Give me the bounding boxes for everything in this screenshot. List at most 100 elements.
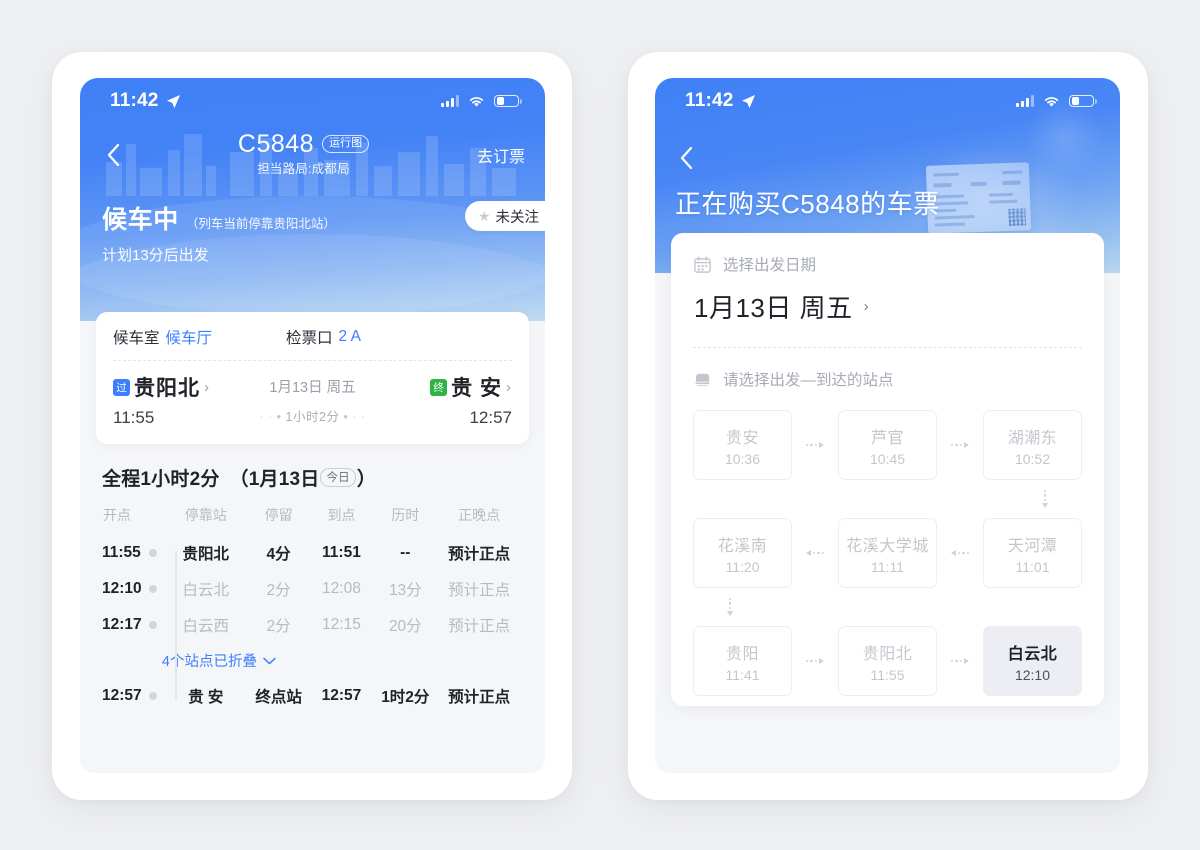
expand-stations-button[interactable]: 4个站点已折叠 <box>162 650 276 671</box>
cell-elapsed: -- <box>400 544 411 561</box>
station-row-2: 花溪南 11:20 花溪大学城 11:11 天河潭 11:01 <box>693 518 1082 588</box>
station-cell[interactable]: 芦官 10:45 <box>838 410 937 480</box>
route-duration-text: 1小时2分 <box>285 410 340 424</box>
status-bar-indicators <box>441 94 522 108</box>
table-row[interactable]: 12:10 白云北 2分 12:08 13分 预计正点 <box>102 571 523 607</box>
station-cell-selected[interactable]: 白云北 12:10 <box>983 626 1082 696</box>
cell-elapsed: 13分 <box>388 582 422 599</box>
station-time: 12:10 <box>1014 666 1051 683</box>
follow-label: 未关注 <box>495 209 540 226</box>
station-time: 11:01 <box>1015 558 1050 575</box>
arrow-left-icon <box>950 550 970 556</box>
station-cell[interactable]: 贵安 10:36 <box>693 410 792 480</box>
cell-arrive: 12:08 <box>322 580 361 597</box>
calendar-icon <box>694 255 711 273</box>
star-icon: ★ <box>477 208 491 224</box>
back-button[interactable] <box>669 138 703 178</box>
schedule-header-row: 开点 停靠站 停留 到点 历时 正晚点 <box>102 504 523 535</box>
run-diagram-tag[interactable]: 运行图 <box>322 134 370 154</box>
origin-destination-row: 过 贵阳北 › 11:55 1月13日 周五 · · • 1小时2分 • · · <box>113 372 512 428</box>
chevron-right-icon: › <box>204 378 210 396</box>
station-cell[interactable]: 贵阳北 11:55 <box>838 626 937 696</box>
terminal-badge: 终 <box>430 378 448 396</box>
arrow-right-icon <box>805 658 825 664</box>
destination-station-name: 贵 安 <box>451 377 502 400</box>
right-status-bar: 11:42 <box>655 78 1120 124</box>
chevron-right-icon: › <box>506 378 512 396</box>
chevron-right-icon: › <box>863 298 870 315</box>
status-bar-indicators <box>1016 94 1097 108</box>
station-field-label: 请选择出发—到达的站点 <box>723 372 894 389</box>
today-tag: 今日 <box>320 468 356 487</box>
col-station: 停靠站 <box>184 507 227 523</box>
cell-elapsed: 20分 <box>388 618 422 635</box>
wifi-icon <box>469 96 484 107</box>
cell-arrive: 11:51 <box>322 544 361 561</box>
book-ticket-button[interactable]: 去订票 <box>477 143 527 167</box>
station-time: 10:52 <box>1014 450 1051 467</box>
col-arrive: 到点 <box>327 507 356 523</box>
destination-time: 12:57 <box>469 408 512 427</box>
station-cell[interactable]: 花溪大学城 11:11 <box>838 518 937 588</box>
destination-block[interactable]: 终 贵 安 › 12:57 <box>404 372 512 428</box>
left-status-bar: 11:42 <box>80 78 545 124</box>
timeline-dot <box>148 621 157 629</box>
arrow-right-icon <box>950 658 970 664</box>
cell-arrive: 12:57 <box>321 687 362 704</box>
station-name: 白云北 <box>1007 645 1058 663</box>
arrow-down-icon <box>1042 489 1048 509</box>
arrow-right-icon <box>950 442 970 448</box>
col-stay: 停留 <box>264 507 293 523</box>
station-cell[interactable]: 花溪南 11:20 <box>693 518 792 588</box>
origin-name-row: 过 贵阳北 › <box>113 372 221 402</box>
chevron-left-icon <box>107 144 119 166</box>
train-plan-text: 计划13分后出发 <box>102 247 209 264</box>
route-date: 1月13日 周五 <box>269 380 356 396</box>
station-name: 贵安 <box>725 429 759 447</box>
status-bar-time: 11:42 <box>685 90 734 111</box>
table-row[interactable]: 12:17 白云西 2分 12:15 20分 预计正点 <box>102 607 523 643</box>
cell-punctual: 预计正点 <box>448 618 511 635</box>
cell-station: 贵阳北 <box>148 535 250 571</box>
right-phone-screen: 11:42 正在购买C5848的车票 选择出发日期 1月13日 周五 › 请选择… <box>655 78 1120 773</box>
cell-stay: 终点站 <box>255 689 302 706</box>
train-icon <box>695 373 710 386</box>
timeline-dot <box>148 692 157 700</box>
station-name: 芦官 <box>870 429 904 447</box>
schedule-date-open: （1月13日 <box>229 469 320 490</box>
follow-button[interactable]: ★ 未关注 <box>464 201 545 231</box>
station-cell[interactable]: 湖潮东 10:52 <box>983 410 1082 480</box>
status-bar-time: 11:42 <box>110 90 159 111</box>
cell-stay: 4分 <box>266 546 291 563</box>
date-selector[interactable]: 1月13日 周五 › <box>694 288 1082 325</box>
date-field-label: 选择出发日期 <box>723 257 817 274</box>
schedule-title: 全程1小时2分 （1月13日 今日 ） <box>102 464 523 491</box>
col-depart: 开点 <box>103 507 131 523</box>
timeline-dot <box>148 549 157 557</box>
origin-block[interactable]: 过 贵阳北 › 11:55 <box>113 372 221 428</box>
waiting-info-row: 候车室 候车厅 检票口 2 A <box>113 326 512 360</box>
cell-stay: 2分 <box>266 582 291 599</box>
connector-wrap-down-right <box>693 480 1082 518</box>
bureau-label: 担当路局:成都局 <box>257 162 350 177</box>
fold-row[interactable]: 4个站点已折叠 <box>102 643 523 678</box>
schedule-section: 全程1小时2分 （1月13日 今日 ） 开点 停靠站 停留 到点 历时 正晚点 … <box>80 444 545 714</box>
train-status-main: 候车中 <box>102 206 179 234</box>
cell-station: 白云北 <box>148 571 250 607</box>
route-summary-card: 候车室 候车厅 检票口 2 A 过 贵阳北 › 11:55 1月13日 周五 ·… <box>96 312 529 444</box>
station-cell[interactable]: 天河潭 11:01 <box>983 518 1082 588</box>
left-hero-header: 11:42 C5848 运行图 担当路局:成都局 去订票 候车中 （列车当前停靠… <box>80 78 545 321</box>
left-phone-screen: 11:42 C5848 运行图 担当路局:成都局 去订票 候车中 （列车当前停靠… <box>80 78 545 773</box>
arrow-down-icon <box>727 597 733 617</box>
station-cell[interactable]: 贵阳 11:41 <box>693 626 792 696</box>
table-row[interactable]: 11:55 贵阳北 4分 11:51 -- 预计正点 <box>102 535 523 571</box>
page-root: 11:42 C5848 运行图 担当路局:成都局 去订票 候车中 （列车当前停靠… <box>0 0 1200 850</box>
station-time: 11:11 <box>871 558 904 575</box>
wifi-icon <box>1044 96 1059 107</box>
table-row[interactable]: 12:57 贵 安 终点站 12:57 1时2分 预计正点 <box>102 678 523 714</box>
station-field-label-row: 请选择出发—到达的站点 <box>693 368 1082 390</box>
back-button[interactable] <box>96 135 130 175</box>
location-arrow-icon <box>166 94 180 108</box>
connector-wrap-down-left <box>693 588 1082 626</box>
arrow-left-icon <box>805 550 825 556</box>
